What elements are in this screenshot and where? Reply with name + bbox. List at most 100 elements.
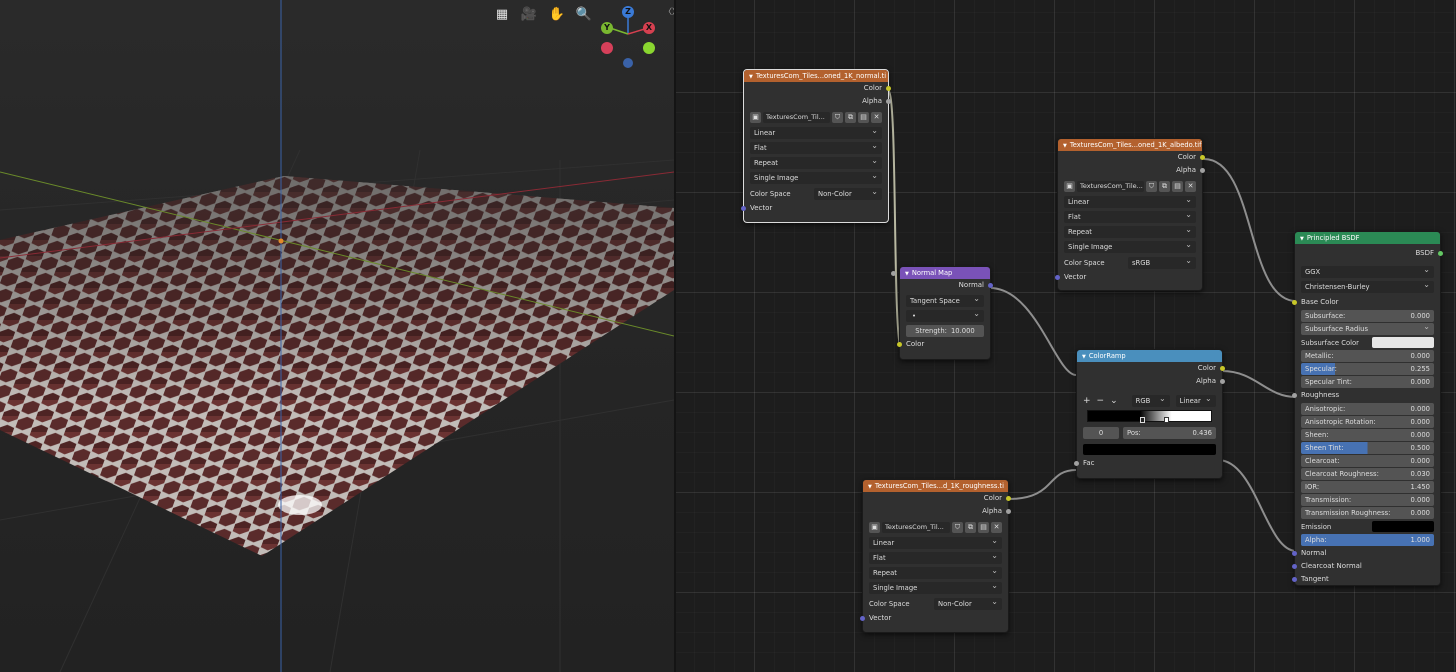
space-dropdown[interactable]: Tangent Space (906, 293, 984, 307)
socket-icon[interactable] (1006, 496, 1011, 501)
gizmo-neg-z[interactable] (623, 58, 633, 68)
subsurface-radius-field[interactable]: Subsurface Radius (1301, 321, 1434, 335)
zoom-icon[interactable]: 🔍 (575, 6, 593, 24)
alpha-field[interactable]: Alpha: 1.000 (1301, 534, 1434, 546)
stop-color-swatch[interactable] (1083, 444, 1216, 455)
principled-bsdf-node[interactable]: ▼Principled BSDF BSDF GGX Christensen-Bu… (1292, 231, 1443, 586)
image-texture-normal-node[interactable]: ▼ TexturesCom_Tiles...oned_1K_normal.ti C… (741, 69, 891, 223)
camera-icon[interactable]: 🎥 (520, 6, 538, 24)
stop-position-field[interactable]: Pos: 0.436 (1123, 427, 1216, 439)
socket-icon[interactable] (886, 99, 891, 104)
normal-map-node[interactable]: ▼Normal Map Normal Tangent Space • Stren… (891, 266, 993, 360)
socket-icon[interactable] (1292, 564, 1297, 569)
gizmo-x-axis[interactable]: X (643, 22, 655, 34)
output-color[interactable]: Color (744, 82, 891, 95)
output-color[interactable]: Color (863, 492, 1011, 505)
ior-field[interactable]: IOR: 1.450 (1301, 481, 1434, 493)
input-fac[interactable]: Fac (1074, 457, 1222, 470)
socket-icon[interactable] (1292, 300, 1297, 305)
image-browse-icon[interactable]: ▣ (750, 112, 761, 123)
output-alpha[interactable]: Alpha (1077, 375, 1225, 388)
extension-dropdown[interactable]: Repeat (869, 565, 1002, 579)
close-icon[interactable]: ✕ (871, 112, 882, 123)
output-normal[interactable]: Normal (900, 279, 993, 292)
fake-user-icon[interactable]: ⛉ (832, 112, 843, 123)
transmission-field[interactable]: Transmission: 0.000 (1301, 494, 1434, 506)
gizmo-z-axis[interactable]: Z (622, 6, 634, 18)
extension-dropdown[interactable]: Repeat (1064, 224, 1196, 238)
socket-icon[interactable] (1055, 275, 1060, 280)
fake-user-icon[interactable]: ⛉ (952, 522, 963, 533)
input-clearcoat-normal[interactable]: Clearcoat Normal (1292, 560, 1440, 573)
output-alpha[interactable]: Alpha (744, 95, 891, 108)
emission-color-swatch[interactable] (1372, 521, 1434, 532)
socket-icon[interactable] (860, 616, 865, 621)
close-icon[interactable]: ✕ (1185, 181, 1196, 192)
socket-icon[interactable] (891, 271, 896, 276)
collapse-arrow-icon[interactable]: ▼ (1082, 354, 1086, 360)
distribution-dropdown[interactable]: GGX (1301, 264, 1434, 278)
gizmo-neg-x[interactable] (601, 42, 613, 54)
add-stop-button[interactable]: + (1083, 396, 1091, 406)
strength-field[interactable]: Strength: 10.000 (891, 271, 984, 337)
input-roughness[interactable]: Roughness (1292, 389, 1440, 402)
output-color[interactable]: Color (1058, 151, 1205, 164)
output-alpha[interactable]: Alpha (1058, 164, 1205, 177)
projection-dropdown[interactable]: Flat (750, 140, 882, 154)
shader-node-editor[interactable]: ▼ TexturesCom_Tiles...oned_1K_normal.ti C… (676, 0, 1456, 672)
input-vector[interactable]: Vector (860, 612, 1008, 625)
socket-icon[interactable] (1438, 251, 1443, 256)
specular-tint-field[interactable]: Specular Tint: 0.000 (1301, 376, 1434, 388)
stop-index-field[interactable]: 0 (1083, 427, 1119, 439)
input-vector[interactable]: Vector (1055, 271, 1202, 284)
subsurface-color-swatch[interactable] (1372, 337, 1434, 348)
image-browse-icon[interactable]: ▣ (869, 522, 880, 533)
node-header[interactable]: ▼ Principled BSDF (1295, 232, 1440, 244)
socket-icon[interactable] (897, 342, 902, 347)
open-file-icon[interactable]: ▤ (858, 112, 869, 123)
image-selector[interactable]: ▣ TexturesCom_Til... ⛉ ⧉ ▤ ✕ (869, 521, 1002, 534)
input-base-color[interactable]: Base Color (1292, 296, 1440, 309)
socket-icon[interactable] (1074, 461, 1079, 466)
clearcoat-roughness-field[interactable]: Clearcoat Roughness: 0.030 (1301, 468, 1434, 480)
image-selector[interactable]: ▣ TexturesCom_Tile... ⛉ ⧉ ▤ ✕ (1064, 180, 1196, 193)
socket-icon[interactable] (1292, 393, 1297, 398)
open-file-icon[interactable]: ▤ (978, 522, 989, 533)
color-space-dropdown[interactable]: Non-Color (814, 186, 882, 200)
anisotropic-rotation-field[interactable]: Anisotropic Rotation: 0.000 (1301, 416, 1434, 428)
interpolation-dropdown[interactable]: Linear (1175, 393, 1216, 407)
node-header[interactable]: ▼ Normal Map (900, 267, 990, 279)
remove-stop-button[interactable]: − (1097, 396, 1105, 406)
gizmo-neg-y[interactable] (643, 42, 655, 54)
anisotropic-field[interactable]: Anisotropic: 0.000 (1301, 403, 1434, 415)
color-mode-dropdown[interactable]: RGB (1131, 393, 1170, 407)
sheen-tint-field[interactable]: Sheen Tint: 0.500 (1301, 442, 1434, 454)
image-name-field[interactable]: TexturesCom_Til... (882, 522, 950, 533)
open-file-icon[interactable]: ▤ (1172, 181, 1183, 192)
metallic-field[interactable]: Metallic: 0.000 (1301, 350, 1434, 362)
source-dropdown[interactable]: Single Image (750, 170, 882, 184)
sheen-field[interactable]: Sheen: 0.000 (1301, 429, 1434, 441)
3d-viewport[interactable]: ▦ 🎥 ✋ 🔍 Z Y X 〈〉 (0, 0, 674, 672)
transmission-roughness-field[interactable]: Transmission Roughness: 0.000 (1301, 507, 1434, 519)
duplicate-icon[interactable]: ⧉ (845, 112, 856, 123)
node-header[interactable]: ▼ ColorRamp (1077, 350, 1222, 362)
image-browse-icon[interactable]: ▣ (1064, 181, 1075, 192)
source-dropdown[interactable]: Single Image (1064, 239, 1196, 253)
socket-icon[interactable] (1292, 551, 1297, 556)
subsurface-field[interactable]: Subsurface: 0.000 (1301, 310, 1434, 322)
ramp-menu-button[interactable]: ⌄ (1110, 396, 1118, 406)
subsurface-method-dropdown[interactable]: Christensen-Burley (1301, 279, 1434, 293)
uv-map-field[interactable]: • (906, 308, 984, 322)
collapse-arrow-icon[interactable]: ▼ (1063, 143, 1067, 149)
clearcoat-field[interactable]: Clearcoat: 0.000 (1301, 455, 1434, 467)
node-header[interactable]: ▼ TexturesCom_Tiles...oned_1K_albedo.tif (1058, 139, 1202, 151)
collapse-arrow-icon[interactable]: ▼ (868, 484, 872, 490)
projection-dropdown[interactable]: Flat (1064, 209, 1196, 223)
output-alpha[interactable]: Alpha (863, 505, 1011, 518)
ramp-stop-handle[interactable] (1139, 417, 1145, 423)
specular-field[interactable]: Specular: 0.255 (1301, 363, 1434, 375)
duplicate-icon[interactable]: ⧉ (1159, 181, 1170, 192)
navigation-gizmo[interactable]: Z Y X (598, 4, 660, 70)
extension-dropdown[interactable]: Repeat (750, 155, 882, 169)
